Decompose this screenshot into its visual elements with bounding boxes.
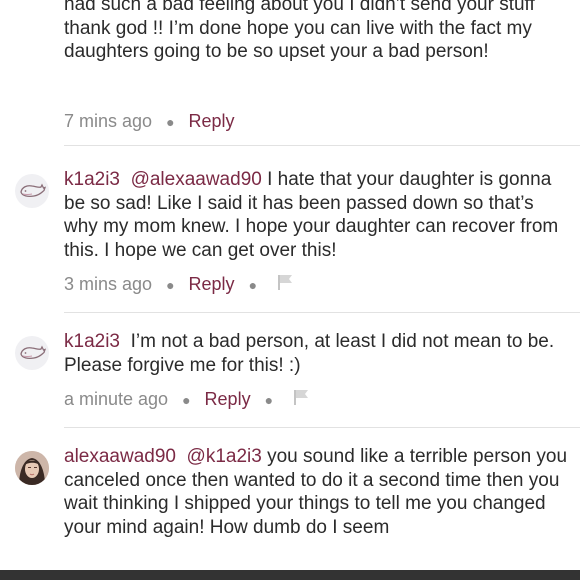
comment-body: had such a bad feeling about you I didn’…: [64, 0, 535, 62]
flag-icon[interactable]: [293, 388, 311, 411]
separator-dot: ●: [166, 276, 175, 293]
comment-timestamp: 3 mins ago: [64, 274, 153, 294]
profile-photo: [15, 451, 49, 485]
comment-meta: 3 mins ago ● Reply ●: [64, 273, 295, 296]
user-avatar[interactable]: [15, 451, 49, 485]
comment-meta: a minute ago ● Reply ●: [64, 388, 311, 411]
comment-timestamp: a minute ago: [64, 389, 169, 409]
comment-timestamp: 7 mins ago: [64, 111, 153, 131]
whale-icon: [20, 345, 47, 360]
reply-button[interactable]: Reply: [189, 274, 235, 295]
separator-dot: ●: [264, 391, 274, 408]
separator-dot: ●: [166, 113, 175, 130]
reply-button[interactable]: Reply: [205, 389, 251, 410]
comment-body: I’m not a bad person, at least I did not…: [64, 331, 555, 376]
reply-button[interactable]: Reply: [189, 111, 235, 132]
whale-icon: [20, 183, 47, 198]
user-avatar[interactable]: [15, 336, 49, 370]
comment-text: k1a2i3 @alexaawad90 I hate that your dau…: [64, 168, 570, 262]
comment-username[interactable]: k1a2i3: [64, 169, 120, 190]
flag-icon[interactable]: [277, 273, 295, 296]
comment-text: k1a2i3 I’m not a bad person, at least I …: [64, 330, 570, 377]
comment-text: had such a bad feeling about you I didn’…: [64, 0, 570, 64]
comment-divider: [64, 427, 580, 428]
comment-mention[interactable]: @k1a2i3: [187, 446, 262, 467]
comment-username[interactable]: k1a2i3: [64, 331, 120, 352]
separator-dot: ●: [182, 391, 191, 408]
comment-divider: [64, 145, 580, 146]
comment-divider: [64, 312, 580, 313]
comment-meta: 7 mins ago ● Reply: [64, 111, 235, 132]
comment-text: alexaawad90 @k1a2i3 you sound like a ter…: [64, 445, 570, 539]
separator-dot: ●: [248, 276, 258, 293]
comment-mention[interactable]: @alexaawad90: [131, 169, 262, 190]
comment-username[interactable]: alexaawad90: [64, 446, 176, 467]
bottom-bar: [0, 570, 580, 580]
user-avatar[interactable]: [15, 174, 49, 208]
